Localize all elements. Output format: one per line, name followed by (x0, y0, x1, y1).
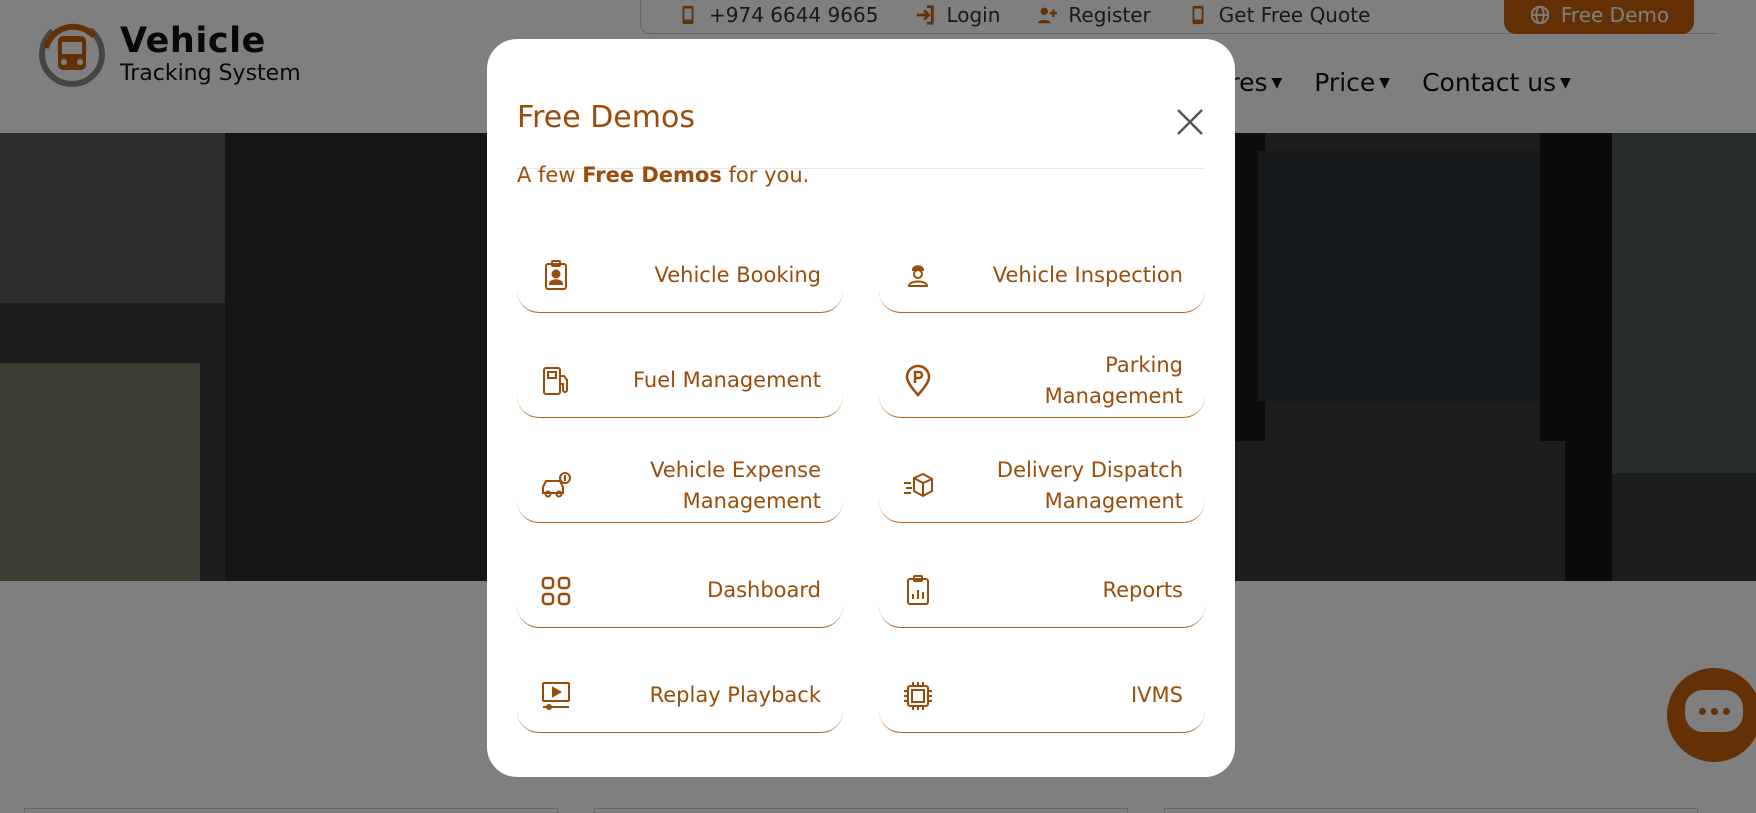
demo-vehicle-expense[interactable]: Vehicle Expense Management (517, 449, 843, 523)
demo-vehicle-inspection[interactable]: Vehicle Inspection (879, 239, 1205, 313)
demo-ivms[interactable]: IVMS (879, 659, 1205, 733)
demo-dashboard[interactable]: Dashboard (517, 554, 843, 628)
intro-prefix: A few (517, 163, 583, 187)
modal-header: Free Demos (517, 69, 1205, 169)
demo-vehicle-booking[interactable]: Vehicle Booking (517, 239, 843, 313)
demo-fuel-management[interactable]: Fuel Management (517, 344, 843, 418)
demo-label: IVMS (1130, 683, 1183, 707)
demo-label: Dashboard (707, 578, 821, 602)
car-dollar-icon (539, 469, 573, 503)
playback-screen-icon (539, 679, 573, 713)
demo-label: Vehicle Booking (654, 263, 821, 287)
close-icon (1177, 109, 1203, 135)
demo-label: Vehicle Inspection (992, 263, 1183, 287)
demo-label: Parking Management (1044, 352, 1183, 408)
intro-bold: Free Demos (582, 163, 722, 187)
close-button[interactable] (1175, 107, 1205, 137)
fuel-pump-icon (539, 364, 573, 398)
intro-suffix: for you. (721, 163, 810, 187)
demo-label: Vehicle Expense Management (650, 457, 821, 513)
demo-label: Delivery Dispatch Management (996, 457, 1183, 513)
chip-icon (901, 679, 935, 713)
inspector-icon (901, 259, 935, 293)
demo-parking-management[interactable]: Parking Management (879, 344, 1205, 418)
demo-replay-playback[interactable]: Replay Playback (517, 659, 843, 733)
demo-label: Replay Playback (649, 683, 821, 707)
grid-icon (539, 574, 573, 608)
report-clipboard-icon (901, 574, 935, 608)
modal-intro: A few Free Demos for you. (517, 163, 809, 187)
clipboard-user-icon (539, 259, 573, 293)
demo-reports[interactable]: Reports (879, 554, 1205, 628)
modal-title: Free Demos (517, 100, 695, 135)
demo-label: Reports (1102, 578, 1183, 602)
demo-label: Fuel Management (632, 368, 821, 392)
parking-pin-icon (901, 364, 935, 398)
dispatch-box-icon (901, 469, 935, 503)
free-demos-modal: Free Demos A few Free Demos for you. Veh… (487, 39, 1235, 777)
demo-grid: Vehicle Booking Vehicle Inspection Fuel … (517, 239, 1205, 733)
demo-delivery-dispatch[interactable]: Delivery Dispatch Management (879, 449, 1205, 523)
